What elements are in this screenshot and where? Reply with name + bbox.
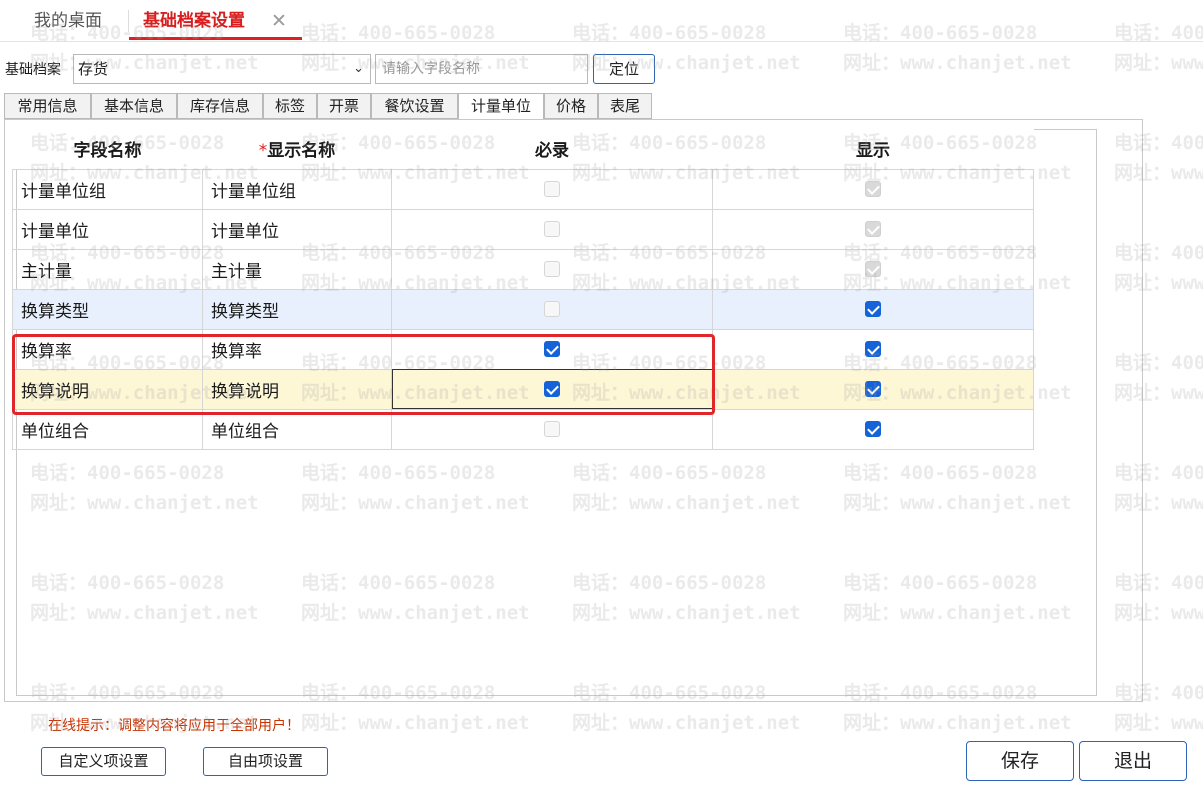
subtab-price[interactable]: 价格 [544,93,598,119]
header-display-name: *显示名称 [202,128,392,170]
display-name-cell: 主计量 [202,248,392,290]
field-name-cell: 计量单位 [12,208,203,250]
field-name-cell: 单位组合 [12,408,203,450]
subtab-common-info[interactable]: 常用信息 [4,93,91,119]
show-cell [712,288,1034,330]
show-checkbox[interactable] [865,301,881,317]
tab-basic-archive-settings[interactable]: 基础档案设置 [143,8,245,34]
field-name-search-input[interactable] [375,54,588,84]
watermark-site: 网址：www.chanjet.net [572,712,801,734]
custom-items-settings-button[interactable]: 自定义项设置 [41,747,166,776]
header-display-name-label: 显示名称 [267,140,336,161]
show-checkbox [865,181,881,197]
show-cell [712,248,1034,290]
required-cell [391,208,713,250]
required-checkbox [544,261,560,277]
field-name-cell: 主计量 [12,248,203,290]
required-star: * [258,140,268,161]
field-name-cell: 换算类型 [12,288,203,330]
subtab-basic-info[interactable]: 基本信息 [91,93,177,119]
save-button[interactable]: 保存 [966,741,1074,781]
required-cell [391,288,713,330]
watermark-site: 网址：www.chanjet.net [1114,712,1203,734]
tab-my-desktop[interactable]: 我的桌面 [34,8,102,34]
header-show: 显示 [712,128,1034,170]
active-tab-underline [129,37,302,40]
show-cell [712,368,1034,410]
show-checkbox [865,261,881,277]
free-items-settings-button[interactable]: 自由项设置 [203,747,328,776]
watermark-site: 网址：www.chanjet.net [1114,52,1203,74]
display-name-cell: 计量单位 [202,208,392,250]
subtab-catering-settings[interactable]: 餐饮设置 [371,93,458,119]
subtab-footer[interactable]: 表尾 [598,93,652,119]
subtab-inventory-info[interactable]: 库存信息 [177,93,263,119]
chevron-down-icon: ⌄ [353,61,364,76]
archive-type-value: 存货 [78,60,109,78]
required-cell [391,408,713,450]
locate-button[interactable]: 定位 [593,54,655,84]
show-checkbox[interactable] [865,381,881,397]
required-cell [391,248,713,290]
subtab-invoice[interactable]: 开票 [317,93,371,119]
online-hint: 在线提示：调整内容将应用于全部用户！ [48,718,300,734]
table-row[interactable]: 主计量 主计量 [12,248,1034,290]
show-checkbox [865,221,881,237]
display-name-cell: 计量单位组 [202,168,392,210]
header-required: 必录 [391,128,713,170]
watermark-site: 网址：www.chanjet.net [843,712,1072,734]
required-checkbox [544,221,560,237]
exit-button[interactable]: 退出 [1079,741,1187,781]
required-cell [391,168,713,210]
top-tab-bar: 我的桌面 基础档案设置 ✕ [0,0,1203,42]
tab-divider [128,10,129,32]
show-checkbox[interactable] [865,421,881,437]
required-checkbox [544,301,560,317]
basic-archive-label: 基础档案 [5,62,61,78]
show-checkbox[interactable] [865,341,881,357]
table-header-row: 字段名称 *显示名称 必录 显示 [12,128,1034,170]
show-cell [712,408,1034,450]
show-cell [712,208,1034,250]
subtab-tags[interactable]: 标签 [263,93,317,119]
show-cell [712,328,1034,370]
archive-type-select[interactable]: 存货 ⌄ [73,54,371,84]
close-tab-icon[interactable]: ✕ [271,8,287,34]
watermark-site: 网址：www.chanjet.net [843,52,1072,74]
annotation-highlight-box [12,334,715,415]
field-name-cell: 计量单位组 [12,168,203,210]
table-row[interactable]: 换算类型 换算类型 [12,288,1034,330]
table-row[interactable]: 单位组合 单位组合 [12,408,1034,450]
watermark-site: 网址：www.chanjet.net [301,712,530,734]
display-name-cell: 换算类型 [202,288,392,330]
header-field-name: 字段名称 [12,128,203,170]
table-row[interactable]: 计量单位 计量单位 [12,208,1034,250]
required-checkbox [544,421,560,437]
subtab-measurement-unit[interactable]: 计量单位 [458,93,544,121]
required-checkbox [544,181,560,197]
page: 我的桌面 基础档案设置 ✕ 基础档案 存货 ⌄ 定位 常用信息 基本信息 库存信… [0,0,1203,786]
table-row[interactable]: 计量单位组 计量单位组 [12,168,1034,210]
display-name-cell: 单位组合 [202,408,392,450]
show-cell [712,168,1034,210]
